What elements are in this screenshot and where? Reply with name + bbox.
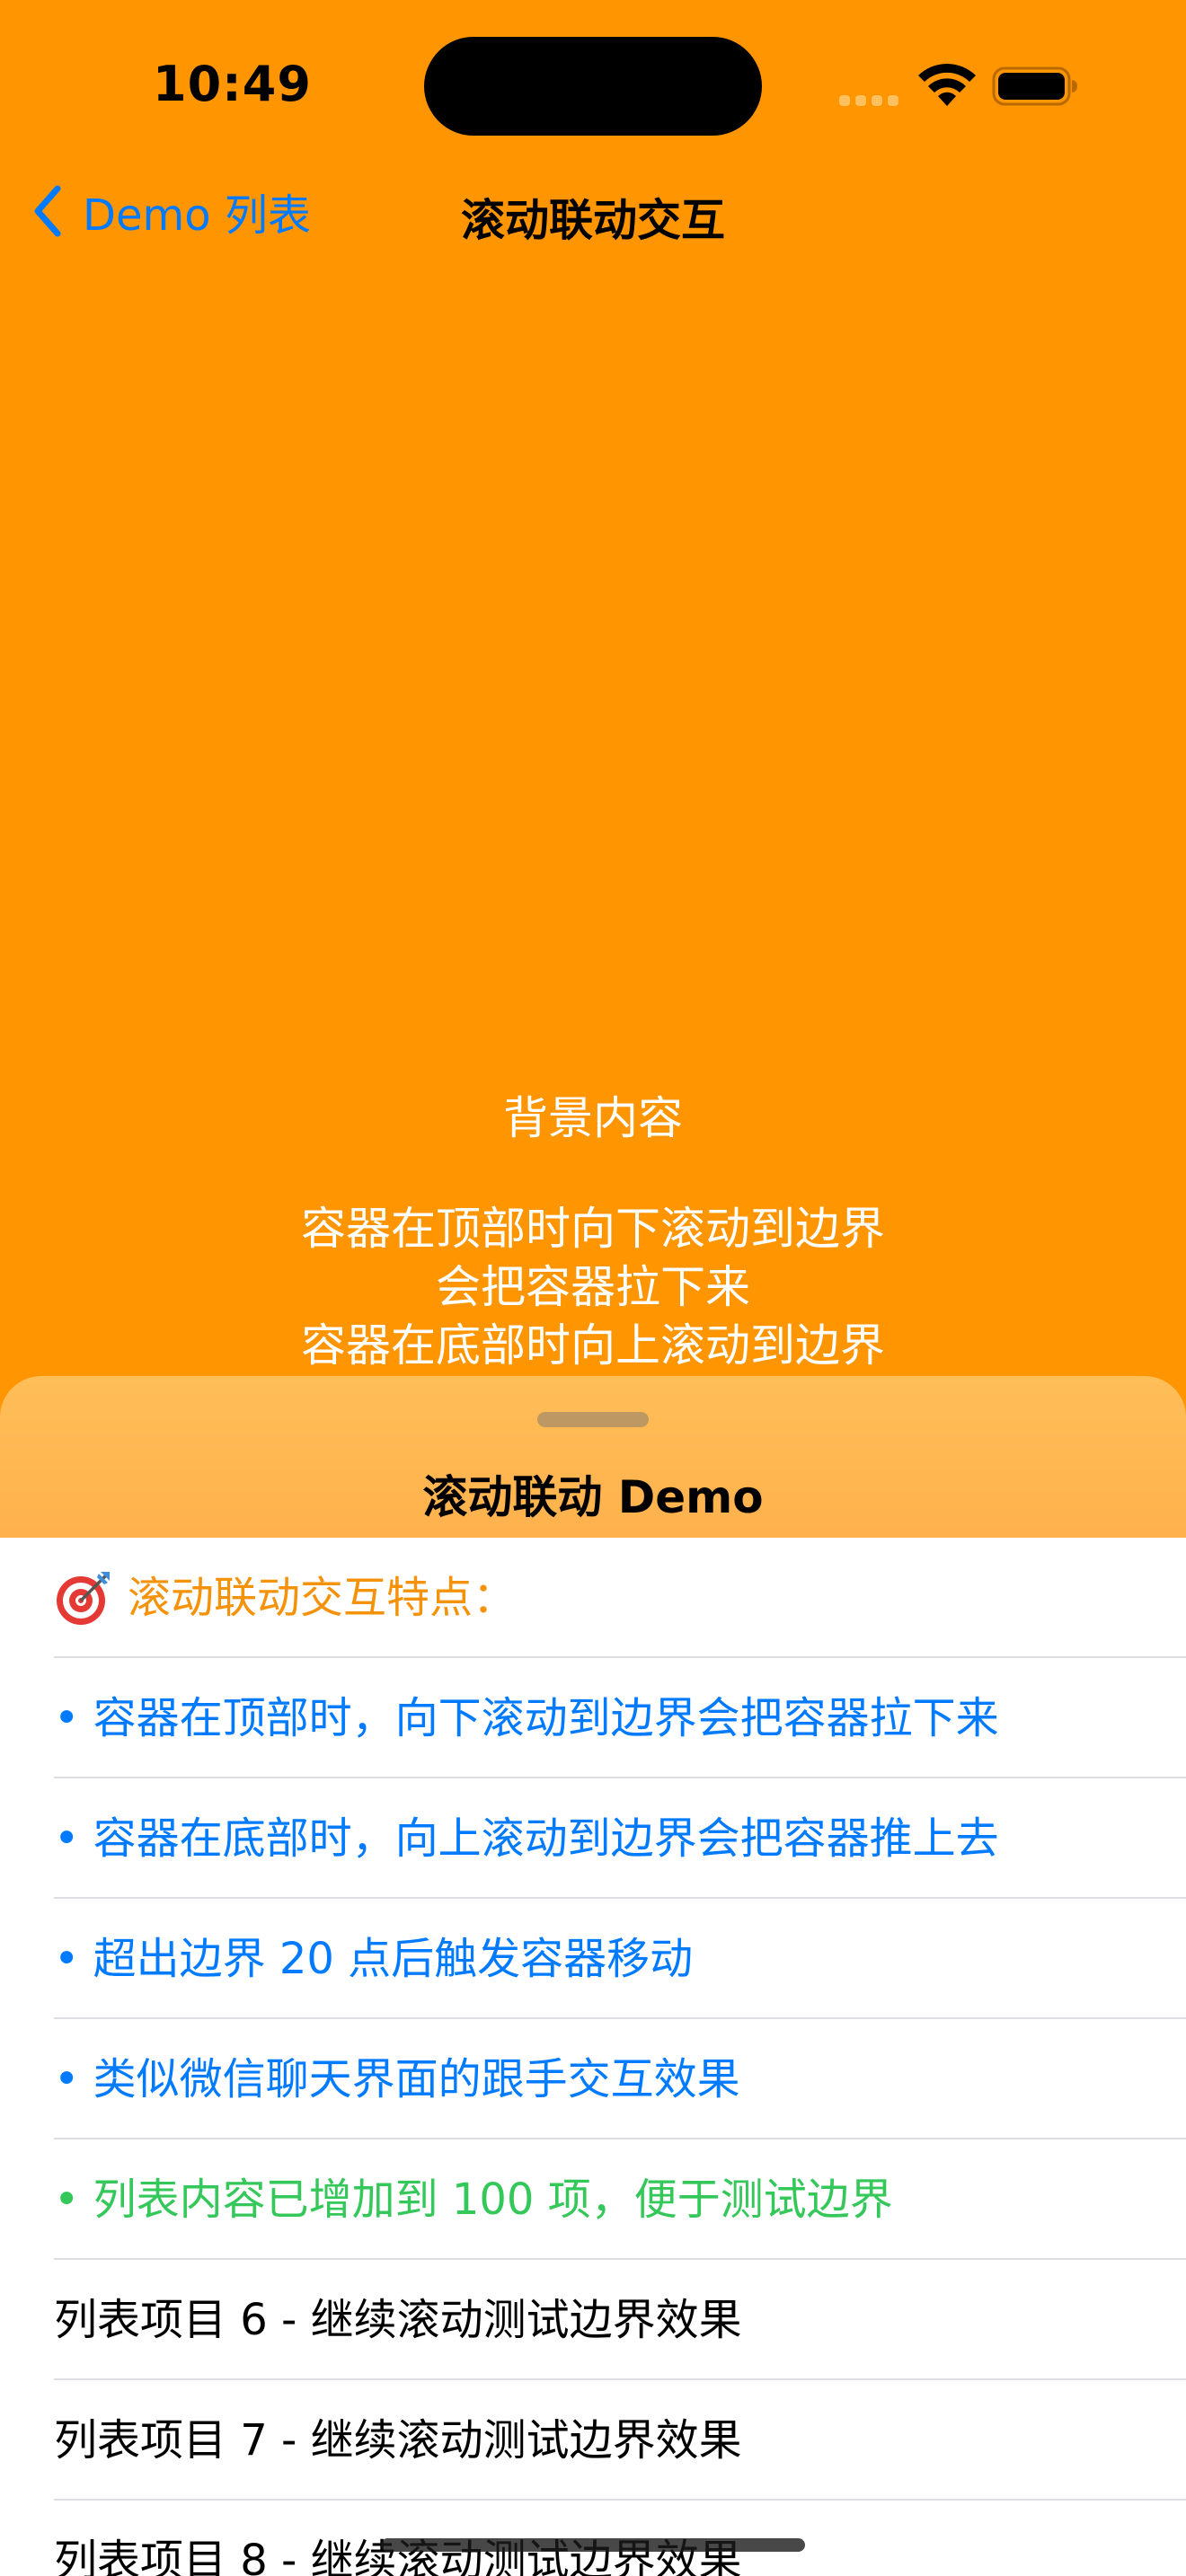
background-heading: 背景内容 bbox=[503, 1092, 683, 1144]
list-item-label: • 超出边界 20 点后触发容器移动 bbox=[54, 1934, 694, 1984]
list-item-label: • 类似微信聊天界面的跟手交互效果 bbox=[54, 2054, 740, 2104]
list-section-header: 滚动联动交互特点： bbox=[0, 1538, 1186, 1658]
background-line: 容器在顶部时向下滚动到边界 bbox=[301, 1203, 885, 1255]
list-item-label: 列表项目 7 - 继续滚动测试边界效果 bbox=[54, 2415, 742, 2466]
status-time: 10:49 bbox=[153, 56, 312, 112]
list-item[interactable]: • 容器在底部时，向上滚动到边界会把容器推上去 bbox=[0, 1778, 1186, 1899]
navigation-bar: Demo 列表 滚动联动交互 bbox=[0, 171, 1186, 251]
target-icon bbox=[57, 1572, 110, 1625]
list-item[interactable]: 列表项目 7 - 继续滚动测试边界效果 bbox=[0, 2380, 1186, 2501]
list-item-label: • 容器在底部时，向上滚动到边界会把容器推上去 bbox=[54, 1813, 999, 1864]
list-item[interactable]: • 容器在顶部时，向下滚动到边界会把容器拉下来 bbox=[0, 1658, 1186, 1778]
section-header-label: 滚动联动交互特点： bbox=[128, 1573, 517, 1623]
list-item[interactable]: • 类似微信聊天界面的跟手交互效果 bbox=[0, 2019, 1186, 2139]
chevron-left-icon bbox=[34, 185, 61, 237]
wifi-icon bbox=[918, 64, 976, 106]
sheet-header[interactable]: 滚动联动 Demo bbox=[0, 1376, 1186, 1538]
back-button-label: Demo 列表 bbox=[83, 190, 311, 241]
list-item[interactable]: • 超出边界 20 点后触发容器移动 bbox=[0, 1899, 1186, 2019]
list-item[interactable]: • 列表内容已增加到 100 项，便于测试边界 bbox=[0, 2139, 1186, 2260]
cellular-signal-icon bbox=[839, 95, 898, 106]
background-line: 容器在底部时向上滚动到边界 bbox=[301, 1319, 885, 1372]
background-line: 会把容器拉下来 bbox=[436, 1261, 750, 1313]
scroll-list[interactable]: 滚动联动交互特点： • 容器在顶部时，向下滚动到边界会把容器拉下来 • 容器在底… bbox=[0, 1538, 1186, 2576]
back-button[interactable]: Demo 列表 bbox=[27, 183, 311, 241]
status-bar: 10:49 bbox=[0, 0, 1186, 171]
list-item-label: 列表项目 6 - 继续滚动测试边界效果 bbox=[54, 2295, 742, 2345]
list-item[interactable]: 列表项目 6 - 继续滚动测试边界效果 bbox=[0, 2260, 1186, 2380]
list-item-label: • 列表内容已增加到 100 项，便于测试边界 bbox=[54, 2175, 893, 2225]
nav-title: 滚动联动交互 bbox=[460, 195, 725, 246]
list-item-label: • 容器在顶部时，向下滚动到边界会把容器拉下来 bbox=[54, 1693, 999, 1743]
bottom-sheet[interactable]: 滚动联动 Demo 滚动联动交互特点： • 容器在顶部时，向下滚动到边界会把容器… bbox=[0, 1376, 1186, 2576]
background-description: 容器在顶部时向下滚动到边界 会把容器拉下来 容器在底部时向上滚动到边界 bbox=[0, 1200, 1186, 1375]
dynamic-island bbox=[424, 37, 762, 136]
home-indicator[interactable] bbox=[381, 2538, 805, 2552]
battery-icon bbox=[992, 66, 1077, 106]
sheet-grabber[interactable] bbox=[537, 1412, 649, 1427]
sheet-title: 滚动联动 Demo bbox=[422, 1471, 764, 1523]
